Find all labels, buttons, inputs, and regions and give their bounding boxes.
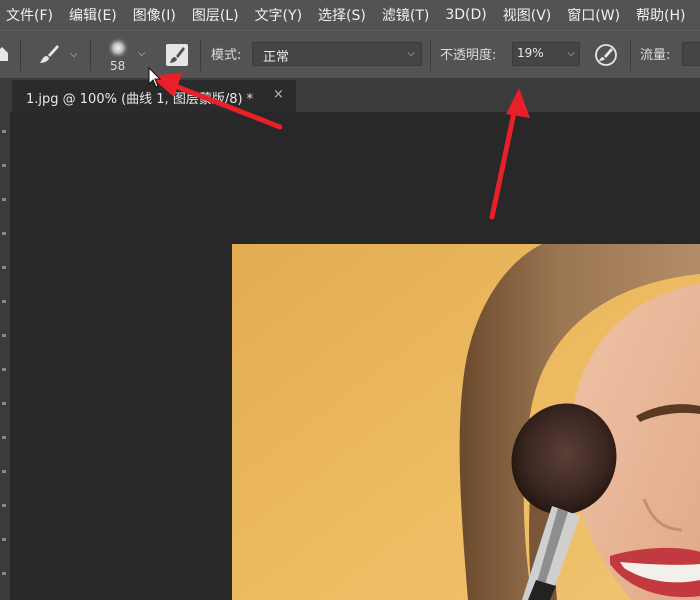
annotation-arrow bbox=[150, 73, 283, 130]
annotation-arrow bbox=[489, 88, 530, 220]
mouse-cursor-icon bbox=[148, 66, 162, 88]
annotation-arrows bbox=[148, 66, 530, 220]
